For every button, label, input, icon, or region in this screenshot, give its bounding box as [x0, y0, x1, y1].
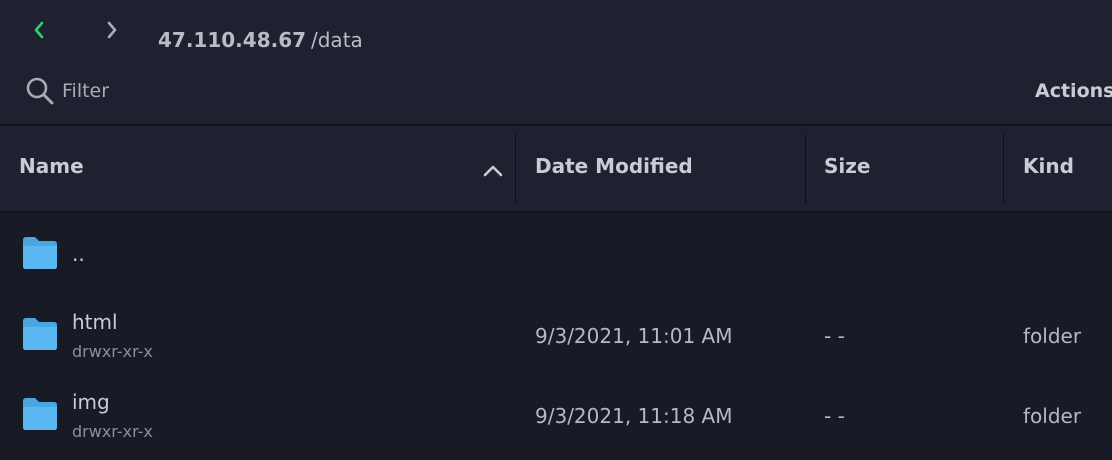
host-address[interactable]: 47.110.48.67: [158, 28, 306, 52]
file-date-modified: 9/3/2021, 11:18 AM: [535, 404, 733, 428]
column-header-kind[interactable]: Kind: [1023, 154, 1074, 178]
filter-box[interactable]: [24, 74, 324, 108]
forward-button[interactable]: [97, 14, 127, 46]
column-resize-handle[interactable]: [805, 134, 806, 204]
filter-input[interactable]: [62, 76, 302, 106]
toolbar: 47.110.48.67 /data Actions: [0, 0, 1112, 125]
search-icon: [26, 77, 54, 105]
column-header-size[interactable]: Size: [824, 154, 870, 178]
actions-menu[interactable]: Actions: [1035, 80, 1112, 102]
file-permissions: drwxr-xr-x: [72, 422, 153, 441]
column-header-date[interactable]: Date Modified: [535, 154, 693, 178]
file-kind: folder: [1023, 324, 1082, 348]
file-kind: folder: [1023, 404, 1082, 428]
current-path[interactable]: /data: [311, 28, 363, 52]
file-permissions: drwxr-xr-x: [72, 342, 153, 361]
column-resize-handle[interactable]: [515, 134, 516, 204]
divider: [0, 211, 1112, 213]
table-row-parent[interactable]: ..: [0, 214, 1112, 294]
back-button[interactable]: [24, 14, 54, 46]
table-row[interactable]: img drwxr-xr-x 9/3/2021, 11:18 AM - - fo…: [0, 376, 1112, 456]
table-row[interactable]: html drwxr-xr-x 9/3/2021, 11:01 AM - - f…: [0, 296, 1112, 376]
column-header-name[interactable]: Name: [19, 154, 84, 178]
file-date-modified: 9/3/2021, 11:01 AM: [535, 324, 733, 348]
file-size: - -: [824, 324, 845, 348]
file-name: html: [72, 310, 118, 334]
column-resize-handle[interactable]: [1003, 134, 1004, 204]
folder-icon: [23, 237, 57, 269]
file-name: ..: [72, 242, 85, 266]
chevron-left-icon: [34, 21, 44, 39]
file-size: - -: [824, 404, 845, 428]
chevron-up-icon[interactable]: [481, 162, 505, 178]
folder-icon: [23, 398, 57, 430]
folder-icon: [23, 318, 57, 350]
chevron-right-icon: [107, 21, 117, 39]
table-header: Name Date Modified Size Kind: [0, 126, 1112, 212]
file-name: img: [72, 390, 110, 414]
